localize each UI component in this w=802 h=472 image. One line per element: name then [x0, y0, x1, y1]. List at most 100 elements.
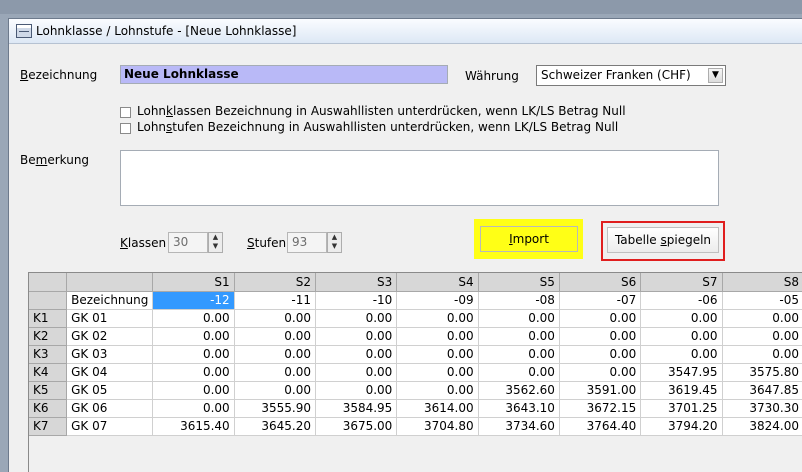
value-cell[interactable]: 0.00	[478, 309, 560, 328]
stufe-name-cell[interactable]: -06	[640, 291, 723, 310]
value-cell[interactable]: 3575.80	[722, 363, 802, 382]
value-cell[interactable]: 0.00	[152, 399, 235, 418]
value-cell[interactable]: 0.00	[234, 363, 317, 382]
value-cell[interactable]: 3730.30	[722, 399, 802, 418]
chevron-up-icon[interactable]: ▲	[328, 233, 341, 242]
klasse-name-cell[interactable]: GK 07	[66, 417, 154, 436]
bemerkung-textarea[interactable]	[120, 150, 719, 206]
row-header[interactable]: K7	[29, 417, 68, 436]
tabelle-spiegeln-button[interactable]: Tabelle spiegeln	[607, 227, 719, 253]
value-cell[interactable]: 0.00	[396, 363, 479, 382]
value-cell[interactable]: 0.00	[396, 309, 479, 328]
value-cell[interactable]: 3734.60	[478, 417, 560, 436]
value-cell[interactable]: 3591.00	[559, 381, 642, 400]
value-cell[interactable]: 0.00	[640, 309, 723, 328]
value-cell[interactable]: 0.00	[234, 309, 317, 328]
stufe-name-cell[interactable]: -10	[315, 291, 398, 310]
value-cell[interactable]: 0.00	[152, 363, 235, 382]
value-cell[interactable]: 0.00	[315, 345, 398, 364]
value-cell[interactable]: 3615.40	[152, 417, 235, 436]
klasse-name-cell[interactable]: GK 01	[66, 309, 154, 328]
value-cell[interactable]: 0.00	[152, 345, 235, 364]
value-cell[interactable]: 3643.10	[478, 399, 560, 418]
value-cell[interactable]: 3824.00	[722, 417, 802, 436]
value-cell[interactable]: 0.00	[722, 345, 802, 364]
value-cell[interactable]: 0.00	[396, 345, 479, 364]
stufe-name-cell[interactable]: -05	[722, 291, 802, 310]
stufe-name-cell[interactable]: -11	[234, 291, 317, 310]
klasse-name-cell[interactable]: GK 06	[66, 399, 154, 418]
value-cell[interactable]: 0.00	[234, 381, 317, 400]
value-cell[interactable]: 3555.90	[234, 399, 317, 418]
value-cell[interactable]: 0.00	[315, 327, 398, 346]
value-cell[interactable]: 0.00	[234, 327, 317, 346]
lohn-grid[interactable]: S1 S2 S3 S4 S5 S6 S7 S8 Bezeichnung -12 -11 -10 -09-…	[28, 272, 802, 472]
value-cell[interactable]: 0.00	[559, 345, 642, 364]
klasse-name-cell[interactable]: GK 04	[66, 363, 154, 382]
column-header[interactable]: S5	[478, 273, 560, 292]
value-cell[interactable]: 0.00	[315, 309, 398, 328]
klassen-spinner[interactable]: 30 ▲ ▼	[168, 232, 223, 253]
chevron-up-icon[interactable]: ▲	[209, 233, 222, 242]
value-cell[interactable]: 0.00	[152, 309, 235, 328]
klassen-spin-buttons[interactable]: ▲ ▼	[208, 232, 223, 253]
value-cell[interactable]: 3614.00	[396, 399, 479, 418]
value-cell[interactable]: 0.00	[315, 381, 398, 400]
stufe-name-cell[interactable]: -07	[559, 291, 642, 310]
row-header[interactable]: K3	[29, 345, 68, 364]
value-cell[interactable]: 3584.95	[315, 399, 398, 418]
value-cell[interactable]: 0.00	[722, 309, 802, 328]
column-header[interactable]: S4	[396, 273, 479, 292]
column-header[interactable]: S7	[640, 273, 723, 292]
waehrung-select[interactable]: Schweizer Franken (CHF) ▼	[536, 65, 726, 86]
value-cell[interactable]: 3701.25	[640, 399, 723, 418]
stufe-name-cell[interactable]: -09	[396, 291, 479, 310]
value-cell[interactable]: 0.00	[152, 327, 235, 346]
column-header[interactable]: S3	[315, 273, 398, 292]
value-cell[interactable]: 0.00	[396, 327, 479, 346]
import-button[interactable]: Import	[480, 226, 578, 252]
value-cell[interactable]: 0.00	[234, 345, 317, 364]
stufe-name-cell[interactable]: -12	[152, 291, 235, 310]
value-cell[interactable]: 0.00	[722, 327, 802, 346]
column-header[interactable]: S2	[234, 273, 317, 292]
bezeichnung-input[interactable]: Neue Lohnklasse	[120, 65, 448, 84]
row-header[interactable]: K2	[29, 327, 68, 346]
stufen-spin-buttons[interactable]: ▲ ▼	[327, 232, 342, 253]
column-header[interactable]: S6	[559, 273, 642, 292]
value-cell[interactable]: 3645.20	[234, 417, 317, 436]
row-header[interactable]: K5	[29, 381, 68, 400]
chevron-down-icon[interactable]: ▼	[328, 242, 341, 251]
value-cell[interactable]: 0.00	[152, 381, 235, 400]
stufe-name-cell[interactable]: -08	[478, 291, 560, 310]
value-cell[interactable]: 3704.80	[396, 417, 479, 436]
suppress-klassen-checkbox[interactable]	[120, 107, 131, 118]
value-cell[interactable]: 3794.20	[640, 417, 723, 436]
value-cell[interactable]: 0.00	[478, 363, 560, 382]
row-header[interactable]: K4	[29, 363, 68, 382]
value-cell[interactable]: 0.00	[640, 345, 723, 364]
value-cell[interactable]: 0.00	[478, 327, 560, 346]
value-cell[interactable]: 3562.60	[478, 381, 560, 400]
value-cell[interactable]: 0.00	[396, 381, 479, 400]
column-header[interactable]: S8	[722, 273, 802, 292]
suppress-stufen-checkbox[interactable]	[120, 123, 131, 134]
klasse-name-cell[interactable]: GK 05	[66, 381, 154, 400]
value-cell[interactable]: 0.00	[559, 327, 642, 346]
column-header[interactable]: S1	[152, 273, 235, 292]
chevron-down-icon[interactable]: ▼	[708, 68, 723, 83]
value-cell[interactable]: 3647.85	[722, 381, 802, 400]
stufen-spinner[interactable]: 93 ▲ ▼	[287, 232, 342, 253]
value-cell[interactable]: 3619.45	[640, 381, 723, 400]
klasse-name-cell[interactable]: GK 02	[66, 327, 154, 346]
chevron-down-icon[interactable]: ▼	[209, 242, 222, 251]
value-cell[interactable]: 3547.95	[640, 363, 723, 382]
value-cell[interactable]: 0.00	[478, 345, 560, 364]
row-header[interactable]: K6	[29, 399, 68, 418]
value-cell[interactable]: 3764.40	[559, 417, 642, 436]
value-cell[interactable]: 0.00	[640, 327, 723, 346]
row-header[interactable]: K1	[29, 309, 68, 328]
klasse-name-cell[interactable]: GK 03	[66, 345, 154, 364]
value-cell[interactable]: 3675.00	[315, 417, 398, 436]
value-cell[interactable]: 0.00	[315, 363, 398, 382]
